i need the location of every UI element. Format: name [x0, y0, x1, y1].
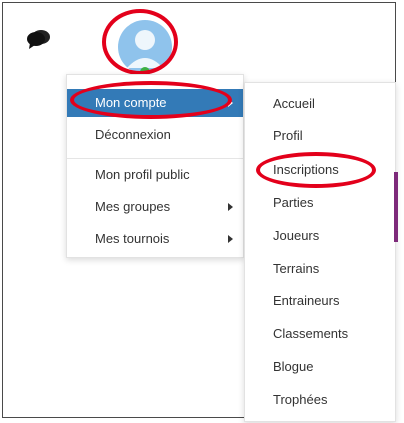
submenu-item-label: Trophées: [273, 392, 328, 407]
submenu-item-trophees[interactable]: Trophées: [245, 385, 395, 415]
menu-item-deconnexion[interactable]: Déconnexion: [67, 121, 243, 149]
submenu-item-blogue[interactable]: Blogue: [245, 352, 395, 382]
submenu-item-classements[interactable]: Classements: [245, 319, 395, 349]
submenu-item-accueil[interactable]: Accueil: [245, 89, 395, 119]
annotation-oval-inscriptions: [256, 152, 376, 188]
menu-item-mes-groupes[interactable]: Mes groupes: [67, 193, 243, 221]
menu-item-label: Mon profil public: [95, 167, 190, 182]
submenu-item-joueurs[interactable]: Joueurs: [245, 221, 395, 251]
caret-right-icon: [228, 203, 233, 211]
chat-bubbles-icon[interactable]: [26, 28, 52, 50]
menu-item-label: Déconnexion: [95, 127, 171, 142]
submenu-item-label: Parties: [273, 195, 314, 210]
submenu-item-entraineurs[interactable]: Entraineurs: [245, 286, 395, 316]
submenu-item-parties[interactable]: Parties: [245, 188, 395, 218]
submenu-item-profil[interactable]: Profil: [245, 121, 395, 151]
menu-divider: [67, 158, 243, 159]
menu-item-label: Mes tournois: [95, 231, 170, 246]
submenu-item-label: Profil: [273, 128, 303, 143]
submenu-item-label: Accueil: [273, 96, 315, 111]
submenu-item-label: Terrains: [273, 261, 320, 276]
menu-item-mon-profil-public[interactable]: Mon profil public: [67, 161, 243, 189]
submenu-item-label: Classements: [273, 326, 349, 341]
annotation-oval-mon-compte: [70, 81, 232, 119]
submenu-item-label: Entraineurs: [273, 293, 340, 308]
menu-item-label: Mes groupes: [95, 199, 171, 214]
side-accent-bar: [394, 172, 398, 242]
menu-item-mes-tournois[interactable]: Mes tournois: [67, 225, 243, 253]
submenu-item-label: Joueurs: [273, 228, 320, 243]
submenu-item-terrains[interactable]: Terrains: [245, 254, 395, 284]
caret-right-icon: [228, 235, 233, 243]
annotation-ring-avatar: [102, 9, 178, 75]
mon-compte-submenu: Accueil Profil Inscriptions Parties Joue…: [244, 82, 396, 422]
submenu-item-label: Blogue: [273, 359, 314, 374]
